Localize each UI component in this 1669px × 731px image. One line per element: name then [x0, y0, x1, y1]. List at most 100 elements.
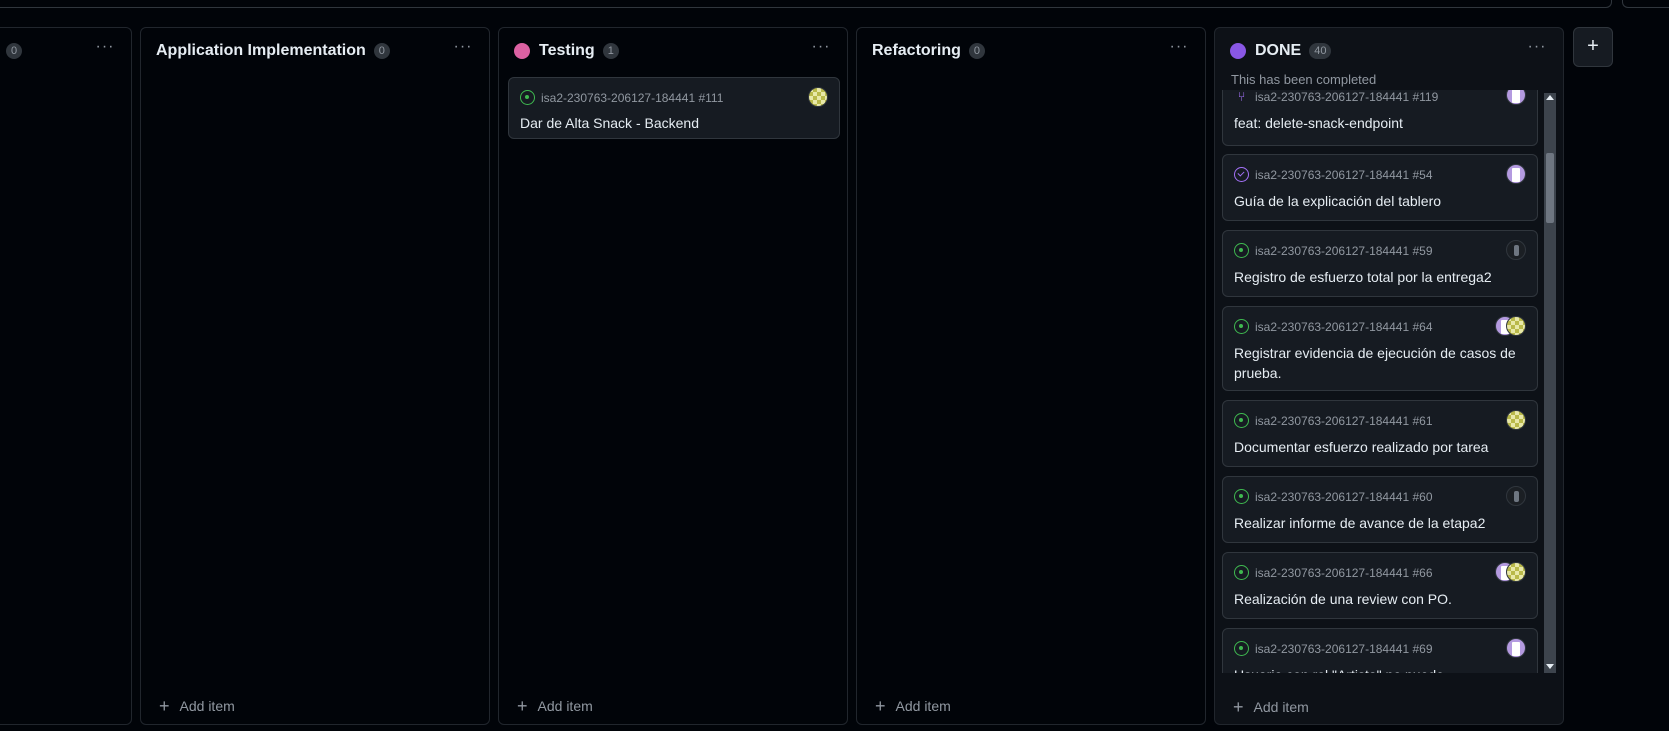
- card-meta: isa2-230763-206127-184441 #61: [1234, 413, 1433, 428]
- card-title[interactable]: Documentar esfuerzo realizado por tarea: [1234, 437, 1523, 457]
- column-header: DONE 40: [1215, 28, 1563, 74]
- column-menu-button[interactable]: ···: [449, 39, 477, 61]
- add-item-label: Add item: [537, 698, 593, 714]
- board-card[interactable]: isa2-230763-206127-184441 #61 Documentar…: [1222, 400, 1538, 467]
- scrollbar-thumb[interactable]: [1546, 153, 1554, 223]
- card-title[interactable]: Registrar evidencia de ejecución de caso…: [1234, 343, 1523, 383]
- board: 0 ··· Application Implementation 0 ··· +…: [0, 27, 1669, 725]
- card-reference: isa2-230763-206127-184441 #69: [1255, 641, 1433, 656]
- avatar[interactable]: [1506, 562, 1526, 582]
- avatar[interactable]: [1506, 90, 1526, 105]
- card-meta: isa2-230763-206127-184441 #54: [1234, 167, 1433, 182]
- board-card[interactable]: isa2-230763-206127-184441 #64 Registrar …: [1222, 306, 1538, 391]
- pull-request-icon: ⑂: [1237, 90, 1246, 104]
- column-testing: Testing 1 ··· isa2-230763-206127-184441 …: [498, 27, 848, 725]
- column-count: 0: [6, 43, 23, 59]
- toolbar-action[interactable]: [1622, 0, 1669, 8]
- open-issue-icon: [520, 90, 535, 105]
- avatar[interactable]: [1506, 638, 1526, 658]
- plus-icon: +: [159, 696, 170, 716]
- card-title[interactable]: Dar de Alta Snack - Backend: [520, 113, 825, 133]
- column-done: DONE 40 ··· This has been completed ⑂ is…: [1214, 27, 1564, 725]
- avatar[interactable]: [1506, 240, 1526, 260]
- card-reference: isa2-230763-206127-184441 #60: [1255, 489, 1433, 504]
- column-partial: 0 ···: [0, 27, 132, 725]
- card-title[interactable]: Registro de esfuerzo total por la entreg…: [1234, 267, 1523, 287]
- column-menu-button[interactable]: ···: [807, 39, 835, 61]
- column-count: 0: [373, 43, 390, 59]
- column-header: Testing 1: [499, 28, 847, 74]
- card-meta: isa2-230763-206127-184441 #64: [1234, 319, 1433, 334]
- add-item-label: Add item: [1253, 699, 1309, 715]
- column-menu-button[interactable]: ···: [1523, 39, 1551, 61]
- add-item-label: Add item: [179, 698, 235, 714]
- card-reference: isa2-230763-206127-184441 #119: [1255, 90, 1439, 104]
- board-card[interactable]: isa2-230763-206127-184441 #54 Guía de la…: [1222, 154, 1538, 221]
- column-menu-button[interactable]: ···: [1165, 39, 1193, 61]
- avatar[interactable]: [808, 87, 828, 107]
- avatar[interactable]: [1506, 316, 1526, 336]
- column-color-dot: [514, 43, 530, 59]
- avatar[interactable]: [1506, 486, 1526, 506]
- card-reference: isa2-230763-206127-184441 #59: [1255, 243, 1433, 258]
- scrollbar[interactable]: [1544, 93, 1556, 673]
- card-title[interactable]: Realización de una review con PO.: [1234, 589, 1523, 609]
- board-card[interactable]: isa2-230763-206127-184441 #66 Realizació…: [1222, 552, 1538, 619]
- column-title: DONE: [1255, 42, 1302, 59]
- top-toolbar: [0, 0, 1669, 8]
- add-item-button[interactable]: + Add item: [517, 696, 593, 716]
- card-meta: isa2-230763-206127-184441 #111: [520, 90, 723, 105]
- avatar[interactable]: [1506, 164, 1526, 184]
- column-title: Testing: [539, 42, 595, 59]
- plus-icon: +: [1233, 697, 1244, 717]
- open-issue-icon: [1234, 565, 1249, 580]
- column-header: Refactoring 0: [857, 28, 1205, 74]
- board-card[interactable]: isa2-230763-206127-184441 #111 Dar de Al…: [508, 77, 840, 139]
- column-title: Refactoring: [872, 42, 961, 59]
- card-title[interactable]: feat: delete-snack-endpoint: [1234, 113, 1523, 133]
- scroll-down-icon[interactable]: [1546, 664, 1554, 669]
- plus-icon: +: [875, 696, 886, 716]
- board-card[interactable]: ⑂ isa2-230763-206127-184441 #119 feat: d…: [1222, 90, 1538, 146]
- scroll-up-icon[interactable]: [1546, 95, 1554, 100]
- card-list: ⑂ isa2-230763-206127-184441 #119 feat: d…: [1221, 90, 1553, 673]
- add-item-button[interactable]: + Add item: [1233, 697, 1309, 717]
- column-header: Application Implementation 0: [141, 28, 489, 74]
- column-description: This has been completed: [1231, 72, 1377, 87]
- add-item-label: Add item: [895, 698, 951, 714]
- board-card[interactable]: isa2-230763-206127-184441 #60 Realizar i…: [1222, 476, 1538, 543]
- card-reference: isa2-230763-206127-184441 #66: [1255, 565, 1433, 580]
- column-count: 1: [602, 43, 619, 59]
- add-item-button[interactable]: + Add item: [875, 696, 951, 716]
- column-application-implementation: Application Implementation 0 ··· + Add i…: [140, 27, 490, 725]
- board-card[interactable]: isa2-230763-206127-184441 #59 Registro d…: [1222, 230, 1538, 297]
- card-reference: isa2-230763-206127-184441 #111: [541, 90, 724, 105]
- card-reference: isa2-230763-206127-184441 #61: [1255, 413, 1433, 428]
- board-card[interactable]: isa2-230763-206127-184441 #69 Usuario co…: [1222, 628, 1538, 673]
- card-meta: isa2-230763-206127-184441 #69: [1234, 641, 1433, 656]
- closed-issue-icon: [1234, 167, 1249, 182]
- filter-bar[interactable]: [0, 0, 1612, 8]
- open-issue-icon: [1234, 319, 1249, 334]
- card-meta: isa2-230763-206127-184441 #59: [1234, 243, 1433, 258]
- card-meta: isa2-230763-206127-184441 #60: [1234, 489, 1433, 504]
- add-column-button[interactable]: +: [1573, 27, 1613, 67]
- open-issue-icon: [1234, 413, 1249, 428]
- open-issue-icon: [1234, 489, 1249, 504]
- card-title[interactable]: Usuario con rol "Artista" no puede: [1234, 665, 1523, 673]
- card-reference: isa2-230763-206127-184441 #64: [1255, 319, 1433, 334]
- open-issue-icon: [1234, 641, 1249, 656]
- plus-icon: +: [517, 696, 528, 716]
- card-meta: ⑂ isa2-230763-206127-184441 #119: [1234, 90, 1439, 104]
- card-meta: isa2-230763-206127-184441 #66: [1234, 565, 1433, 580]
- column-count: 0: [968, 43, 986, 59]
- open-issue-icon: [1234, 243, 1249, 258]
- column-refactoring: Refactoring 0 ··· + Add item: [856, 27, 1206, 725]
- column-color-dot: [1230, 43, 1246, 59]
- add-item-button[interactable]: + Add item: [159, 696, 235, 716]
- card-title[interactable]: Guía de la explicación del tablero: [1234, 191, 1523, 211]
- column-title: Application Implementation: [156, 42, 366, 59]
- column-menu-button[interactable]: ···: [91, 39, 119, 61]
- card-title[interactable]: Realizar informe de avance de la etapa2: [1234, 513, 1523, 533]
- avatar[interactable]: [1506, 410, 1526, 430]
